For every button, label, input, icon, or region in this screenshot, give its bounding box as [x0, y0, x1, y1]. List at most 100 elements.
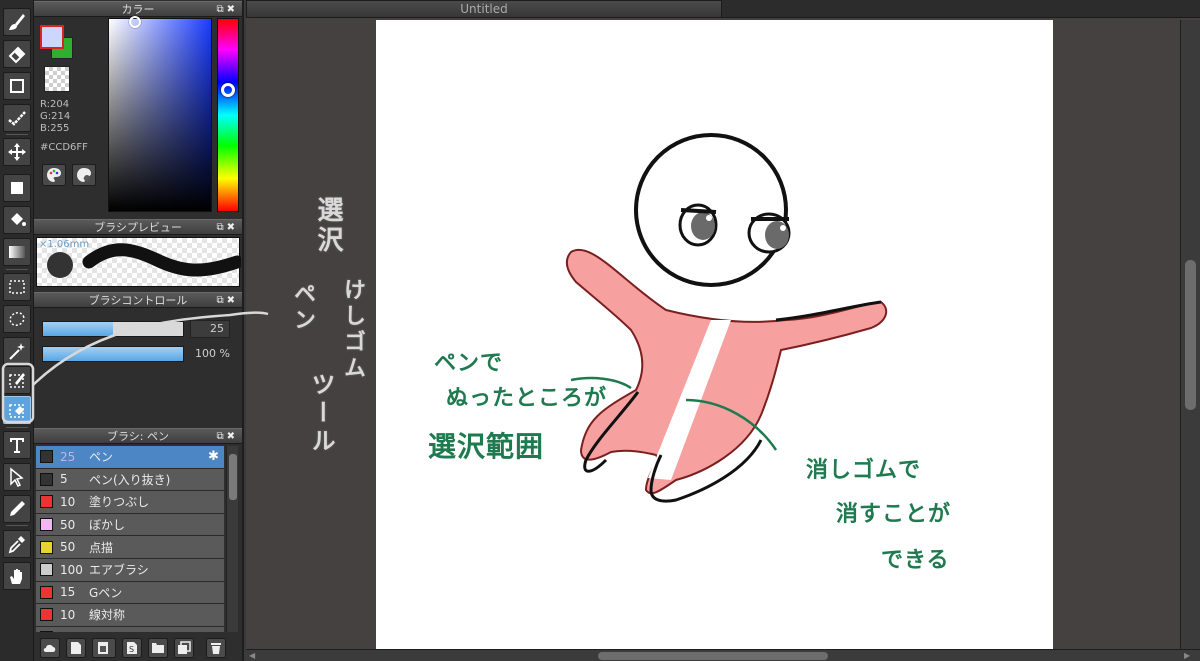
transparent-color-swatch[interactable]: [44, 66, 70, 92]
bucket-tool[interactable]: [3, 206, 31, 234]
green-value: G:214: [40, 111, 71, 122]
annotation-select: 選沢: [313, 196, 343, 256]
brush-list-scrollbar[interactable]: [226, 446, 238, 632]
tab-strip: [722, 0, 1200, 18]
delete-button[interactable]: [206, 638, 226, 658]
move-tool[interactable]: [3, 138, 31, 166]
select-eraser-tool[interactable]: [3, 396, 31, 424]
panel-controls[interactable]: ⧉✖: [216, 429, 238, 444]
brush-item-symmetry[interactable]: 10 線対称: [36, 604, 224, 627]
drawing-canvas[interactable]: ペンで ぬったところが 選沢範囲 消しゴムで 消すことが できる: [376, 20, 1053, 649]
brush-control-header[interactable]: ブラシコントロール ⧉✖: [34, 292, 242, 308]
palette-settings-button[interactable]: [72, 164, 96, 186]
horizontal-scroll-thumb[interactable]: [598, 652, 828, 660]
panel-controls[interactable]: ⧉✖: [216, 2, 238, 17]
hue-slider[interactable]: [217, 18, 239, 212]
hue-cursor[interactable]: [221, 83, 235, 97]
brush-name: 線対称: [89, 608, 126, 623]
sv-cursor[interactable]: [129, 16, 141, 28]
pen-nib-icon: [10, 501, 25, 516]
folder-button[interactable]: [148, 638, 168, 658]
palette-button[interactable]: [42, 164, 66, 186]
brush-tool[interactable]: [3, 8, 31, 36]
canvas-window: Untitled ペンで ぬったところが 選沢範囲 消しゴムで 消すことが でき…: [246, 0, 1200, 661]
brush-size-input[interactable]: 25: [190, 320, 230, 338]
square-icon: [10, 79, 24, 93]
brush-type-button[interactable]: [92, 638, 116, 658]
scroll-thumb[interactable]: [229, 454, 237, 500]
select-pen-icon: [9, 373, 25, 388]
brush-opacity-slider[interactable]: [42, 346, 184, 362]
cloud-button[interactable]: [40, 638, 60, 658]
dot-pen-icon: [8, 111, 26, 126]
brush-name: 点描: [89, 540, 114, 555]
magic-wand-tool[interactable]: [3, 337, 31, 365]
hand-tool[interactable]: [3, 562, 31, 590]
lasso-icon: [9, 312, 25, 326]
color-panel-header[interactable]: カラー ⧉✖: [34, 1, 242, 17]
palette-gear-icon: [77, 168, 91, 182]
eraser-tool[interactable]: [3, 40, 31, 68]
new-brush-button[interactable]: [66, 638, 86, 658]
brush-list-header[interactable]: ブラシ: ペン ⧉✖: [34, 428, 242, 444]
color-panel-title: カラー: [121, 3, 155, 16]
horizontal-scrollbar[interactable]: ◀ ▶: [246, 649, 1200, 661]
brush-item-gpen[interactable]: 15 Gペン: [36, 581, 224, 605]
brush-item-stipple[interactable]: 50 点描: [36, 536, 224, 559]
panel-controls[interactable]: ⧉✖: [216, 220, 238, 235]
text-tool[interactable]: [3, 431, 31, 459]
brush-opacity-value: 100 %: [195, 347, 230, 360]
brush-icon: [9, 14, 25, 30]
brush-item-blur[interactable]: 50 ぼかし: [36, 513, 224, 537]
document-tab[interactable]: Untitled: [246, 0, 722, 18]
annotation-pen-line2: ぬったところが: [446, 386, 608, 411]
brush-item-pen[interactable]: 25 ペン ✱: [36, 446, 224, 469]
gear-icon[interactable]: ✱: [208, 449, 224, 464]
scroll-right-arrow[interactable]: ▶: [1184, 650, 1190, 661]
divide-tool[interactable]: [3, 495, 31, 523]
foreground-color-swatch[interactable]: [40, 25, 64, 49]
select-tool[interactable]: [3, 273, 31, 301]
brush-size: 10: [60, 607, 76, 622]
rectangle-tool[interactable]: [3, 72, 31, 100]
brush-color: [40, 472, 53, 486]
brush-preview-header[interactable]: ブラシプレビュー ⧉✖: [34, 219, 242, 235]
panel-controls[interactable]: ⧉✖: [216, 293, 238, 308]
brush-color: [40, 563, 53, 577]
vertical-scroll-thumb[interactable]: [1185, 260, 1196, 410]
duplicate-button[interactable]: [174, 638, 194, 658]
brush-size: 50: [60, 517, 76, 532]
annotation-eraser-line2: 消すことが: [836, 502, 952, 527]
brush-color: [40, 631, 53, 632]
brush-opacity-fill: [43, 347, 183, 361]
brush-item-partial[interactable]: [36, 626, 224, 632]
dot-tool[interactable]: [3, 104, 31, 132]
brush-item-fill[interactable]: 10 塗りつぶし: [36, 491, 224, 514]
saturation-value-picker[interactable]: [108, 16, 212, 212]
select-pen-tool[interactable]: [3, 366, 31, 394]
annotation-pen-line1: ペンで: [434, 351, 504, 376]
vertical-scrollbar[interactable]: [1180, 20, 1200, 649]
annotation-eraser-line1: 消しゴムで: [806, 458, 922, 483]
gradation-tool[interactable]: [3, 238, 31, 266]
brush-size-slider[interactable]: [42, 321, 184, 337]
hex-value: #CCD6FF: [40, 142, 88, 153]
brush-color: [40, 518, 53, 532]
brush-item-airbrush[interactable]: 100 エアブラシ: [36, 558, 224, 582]
operation-tool[interactable]: [3, 463, 31, 491]
tool-bar: [0, 0, 34, 661]
text-icon: [10, 438, 24, 453]
bucket-icon: [11, 213, 26, 226]
scroll-left-arrow[interactable]: ◀: [249, 650, 255, 661]
brush-item-pen-taper[interactable]: 5 ペン(入り抜き): [36, 468, 224, 492]
duplicate-icon: [178, 641, 191, 654]
filled-square-icon: [11, 182, 23, 194]
script-brush-button[interactable]: S: [122, 638, 142, 658]
eyedropper-tool[interactable]: [3, 530, 31, 558]
cloud-icon: [43, 644, 56, 652]
brush-stroke-preview: [47, 243, 241, 278]
annotation-pen-line3: 選沢範囲: [428, 430, 545, 463]
fill-rect-tool[interactable]: [3, 174, 31, 202]
lasso-tool[interactable]: [3, 305, 31, 333]
svg-text:S: S: [129, 645, 134, 654]
